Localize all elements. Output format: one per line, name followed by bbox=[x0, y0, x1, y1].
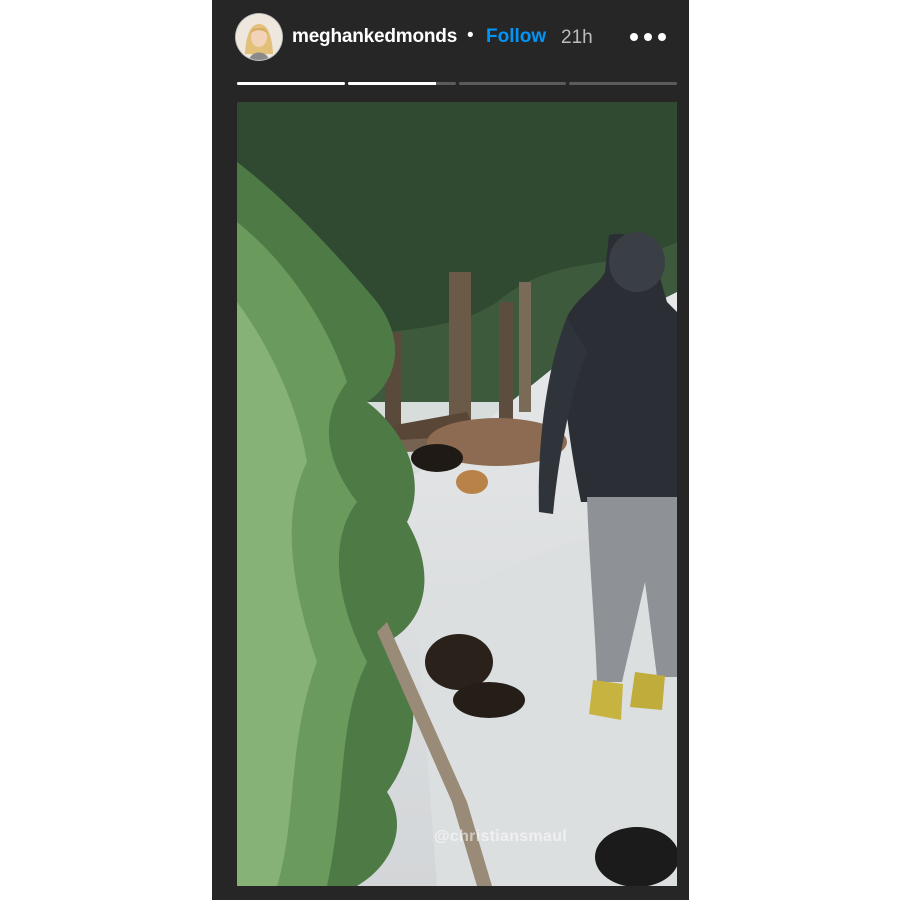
avatar[interactable] bbox=[236, 14, 282, 60]
progress-segment bbox=[237, 82, 345, 85]
watermark-text: @christiansmaul bbox=[434, 828, 568, 845]
progress-segment bbox=[569, 82, 677, 85]
separator-dot: • bbox=[467, 25, 474, 46]
avatar-image bbox=[236, 14, 282, 60]
story-viewer: meghankedmonds • Follow 21h @christiansm… bbox=[212, 0, 689, 900]
more-horizontal-icon bbox=[658, 33, 666, 41]
follow-button[interactable]: Follow bbox=[486, 26, 546, 48]
more-horizontal-icon bbox=[630, 33, 638, 41]
story-header: meghankedmonds • Follow 21h bbox=[212, 12, 689, 64]
forest-scene-image bbox=[237, 102, 677, 886]
more-horizontal-icon bbox=[644, 33, 652, 41]
timestamp: 21h bbox=[561, 27, 593, 48]
progress-fill bbox=[237, 82, 345, 85]
story-progress-bar bbox=[237, 82, 677, 85]
progress-segment bbox=[347, 82, 456, 85]
progress-segment bbox=[458, 82, 567, 85]
story-media[interactable]: @christiansmaul bbox=[237, 102, 677, 886]
username[interactable]: meghankedmonds bbox=[292, 26, 457, 48]
progress-fill bbox=[347, 82, 437, 85]
more-options-button[interactable] bbox=[630, 24, 666, 50]
